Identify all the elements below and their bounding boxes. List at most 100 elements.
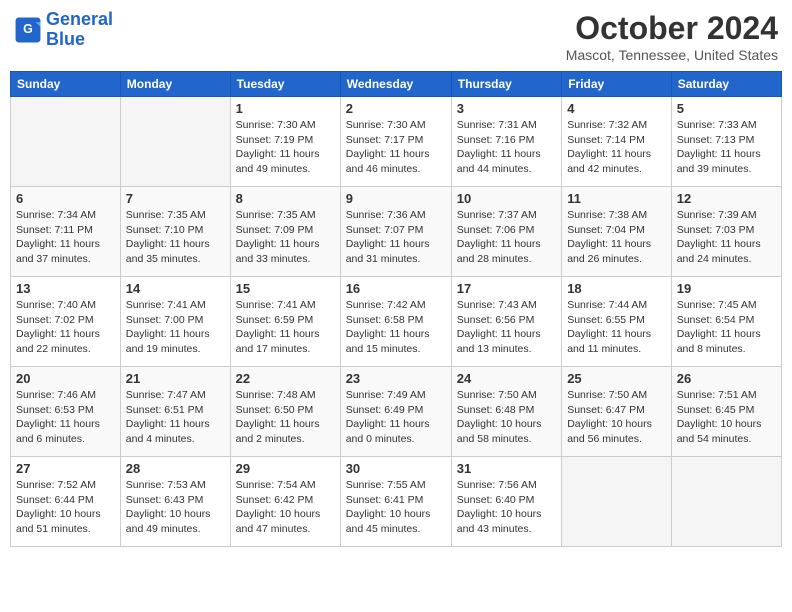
day-number: 16: [346, 281, 446, 296]
day-cell-20: 20 Sunrise: 7:46 AM Sunset: 6:53 PM Dayli…: [11, 367, 121, 457]
svg-text:G: G: [23, 22, 33, 36]
day-cell-2: 2Sunrise: 7:30 AM Sunset: 7:17 PM Daylig…: [340, 97, 451, 187]
calendar-body: 1Sunrise: 7:30 AM Sunset: 7:19 PM Daylig…: [11, 97, 782, 547]
day-cell-15: 15Sunrise: 7:41 AM Sunset: 6:59 PM Dayli…: [230, 277, 340, 367]
day-cell-3: 3 Sunrise: 7:31 AM Sunset: 7:16 PM Daylig…: [451, 97, 561, 187]
day-cell-6: 6 Sunrise: 7:34 AM Sunset: 7:11 PM Daylig…: [11, 187, 121, 277]
day-number: 17: [457, 281, 556, 296]
column-header-wednesday: Wednesday: [340, 72, 451, 97]
day-number: 13: [16, 281, 115, 296]
day-info: Sunrise: 7:42 AM Sunset: 6:58 PM Dayligh…: [346, 298, 446, 357]
day-info: Sunrise: 7:33 AM Sunset: 7:13 PM Dayligh…: [677, 118, 776, 177]
day-cell-27: 27Sunrise: 7:52 AM Sunset: 6:44 PM Dayli…: [11, 457, 121, 547]
day-cell-7: 7Sunrise: 7:35 AM Sunset: 7:10 PM Daylig…: [120, 187, 230, 277]
page-header: G General Blue October 2024 Mascot, Tenn…: [10, 10, 782, 63]
day-cell-26: 26 Sunrise: 7:51 AM Sunset: 6:45 PM Dayli…: [671, 367, 781, 457]
day-number: 25: [567, 371, 666, 386]
day-cell-18: 18 Sunrise: 7:44 AM Sunset: 6:55 PM Dayli…: [562, 277, 672, 367]
day-cell-24: 24 Sunrise: 7:50 AM Sunset: 6:48 PM Dayli…: [451, 367, 561, 457]
day-info: Sunrise: 7:34 AM Sunset: 7:11 PM Dayligh…: [16, 208, 115, 267]
day-number: 10: [457, 191, 556, 206]
day-number: 5: [677, 101, 776, 116]
day-cell-16: 16 Sunrise: 7:42 AM Sunset: 6:58 PM Dayli…: [340, 277, 451, 367]
day-info: Sunrise: 7:52 AM Sunset: 6:44 PM Dayligh…: [16, 478, 115, 537]
day-cell-10: 10 Sunrise: 7:37 AM Sunset: 7:06 PM Dayli…: [451, 187, 561, 277]
day-number: 20: [16, 371, 115, 386]
day-cell-22: 22 Sunrise: 7:48 AM Sunset: 6:50 PM Dayli…: [230, 367, 340, 457]
title-block: October 2024 Mascot, Tennessee, United S…: [566, 10, 778, 63]
day-number: 18: [567, 281, 666, 296]
day-info: Sunrise: 7:50 AM Sunset: 6:48 PM Dayligh…: [457, 388, 556, 447]
day-number: 19: [677, 281, 776, 296]
day-number: 11: [567, 191, 666, 206]
day-cell-13: 13 Sunrise: 7:40 AM Sunset: 7:02 PM Dayli…: [11, 277, 121, 367]
empty-cell: [671, 457, 781, 547]
day-number: 6: [16, 191, 115, 206]
day-cell-12: 12 Sunrise: 7:39 AM Sunset: 7:03 PM Dayli…: [671, 187, 781, 277]
day-cell-9: 9Sunrise: 7:36 AM Sunset: 7:07 PM Daylig…: [340, 187, 451, 277]
day-info: Sunrise: 7:43 AM Sunset: 6:56 PM Dayligh…: [457, 298, 556, 357]
logo-line1: General: [46, 9, 113, 29]
day-cell-5: 5 Sunrise: 7:33 AM Sunset: 7:13 PM Daylig…: [671, 97, 781, 187]
column-header-friday: Friday: [562, 72, 672, 97]
day-number: 28: [126, 461, 225, 476]
day-info: Sunrise: 7:31 AM Sunset: 7:16 PM Dayligh…: [457, 118, 556, 177]
day-info: Sunrise: 7:30 AM Sunset: 7:19 PM Dayligh…: [236, 118, 335, 177]
day-number: 15: [236, 281, 335, 296]
day-cell-1: 1Sunrise: 7:30 AM Sunset: 7:19 PM Daylig…: [230, 97, 340, 187]
day-info: Sunrise: 7:44 AM Sunset: 6:55 PM Dayligh…: [567, 298, 666, 357]
day-number: 29: [236, 461, 335, 476]
day-info: Sunrise: 7:54 AM Sunset: 6:42 PM Dayligh…: [236, 478, 335, 537]
day-info: Sunrise: 7:30 AM Sunset: 7:17 PM Dayligh…: [346, 118, 446, 177]
week-row-5: 27Sunrise: 7:52 AM Sunset: 6:44 PM Dayli…: [11, 457, 782, 547]
location: Mascot, Tennessee, United States: [566, 47, 778, 63]
day-number: 23: [346, 371, 446, 386]
empty-cell: [11, 97, 121, 187]
day-number: 24: [457, 371, 556, 386]
day-info: Sunrise: 7:46 AM Sunset: 6:53 PM Dayligh…: [16, 388, 115, 447]
column-header-monday: Monday: [120, 72, 230, 97]
day-cell-29: 29 Sunrise: 7:54 AM Sunset: 6:42 PM Dayli…: [230, 457, 340, 547]
day-info: Sunrise: 7:40 AM Sunset: 7:02 PM Dayligh…: [16, 298, 115, 357]
day-number: 3: [457, 101, 556, 116]
day-headers-row: SundayMondayTuesdayWednesdayThursdayFrid…: [11, 72, 782, 97]
week-row-3: 13 Sunrise: 7:40 AM Sunset: 7:02 PM Dayli…: [11, 277, 782, 367]
day-number: 31: [457, 461, 556, 476]
column-header-thursday: Thursday: [451, 72, 561, 97]
day-cell-4: 4 Sunrise: 7:32 AM Sunset: 7:14 PM Daylig…: [562, 97, 672, 187]
day-info: Sunrise: 7:47 AM Sunset: 6:51 PM Dayligh…: [126, 388, 225, 447]
week-row-2: 6 Sunrise: 7:34 AM Sunset: 7:11 PM Daylig…: [11, 187, 782, 277]
day-number: 8: [236, 191, 335, 206]
day-info: Sunrise: 7:39 AM Sunset: 7:03 PM Dayligh…: [677, 208, 776, 267]
day-info: Sunrise: 7:51 AM Sunset: 6:45 PM Dayligh…: [677, 388, 776, 447]
day-number: 22: [236, 371, 335, 386]
column-header-saturday: Saturday: [671, 72, 781, 97]
day-info: Sunrise: 7:41 AM Sunset: 7:00 PM Dayligh…: [126, 298, 225, 357]
logo-icon: G: [14, 16, 42, 44]
day-cell-17: 17 Sunrise: 7:43 AM Sunset: 6:56 PM Dayli…: [451, 277, 561, 367]
day-info: Sunrise: 7:35 AM Sunset: 7:10 PM Dayligh…: [126, 208, 225, 267]
empty-cell: [120, 97, 230, 187]
week-row-4: 20 Sunrise: 7:46 AM Sunset: 6:53 PM Dayli…: [11, 367, 782, 457]
day-info: Sunrise: 7:32 AM Sunset: 7:14 PM Dayligh…: [567, 118, 666, 177]
day-number: 14: [126, 281, 225, 296]
day-cell-23: 23Sunrise: 7:49 AM Sunset: 6:49 PM Dayli…: [340, 367, 451, 457]
day-info: Sunrise: 7:45 AM Sunset: 6:54 PM Dayligh…: [677, 298, 776, 357]
day-cell-19: 19 Sunrise: 7:45 AM Sunset: 6:54 PM Dayli…: [671, 277, 781, 367]
day-number: 12: [677, 191, 776, 206]
day-number: 4: [567, 101, 666, 116]
day-cell-28: 28Sunrise: 7:53 AM Sunset: 6:43 PM Dayli…: [120, 457, 230, 547]
day-info: Sunrise: 7:56 AM Sunset: 6:40 PM Dayligh…: [457, 478, 556, 537]
day-info: Sunrise: 7:37 AM Sunset: 7:06 PM Dayligh…: [457, 208, 556, 267]
day-info: Sunrise: 7:48 AM Sunset: 6:50 PM Dayligh…: [236, 388, 335, 447]
calendar-table: SundayMondayTuesdayWednesdayThursdayFrid…: [10, 71, 782, 547]
column-header-tuesday: Tuesday: [230, 72, 340, 97]
week-row-1: 1Sunrise: 7:30 AM Sunset: 7:19 PM Daylig…: [11, 97, 782, 187]
day-info: Sunrise: 7:38 AM Sunset: 7:04 PM Dayligh…: [567, 208, 666, 267]
day-info: Sunrise: 7:35 AM Sunset: 7:09 PM Dayligh…: [236, 208, 335, 267]
day-cell-31: 31 Sunrise: 7:56 AM Sunset: 6:40 PM Dayli…: [451, 457, 561, 547]
day-number: 26: [677, 371, 776, 386]
logo-text: General Blue: [46, 10, 113, 50]
day-cell-11: 11 Sunrise: 7:38 AM Sunset: 7:04 PM Dayli…: [562, 187, 672, 277]
day-number: 9: [346, 191, 446, 206]
